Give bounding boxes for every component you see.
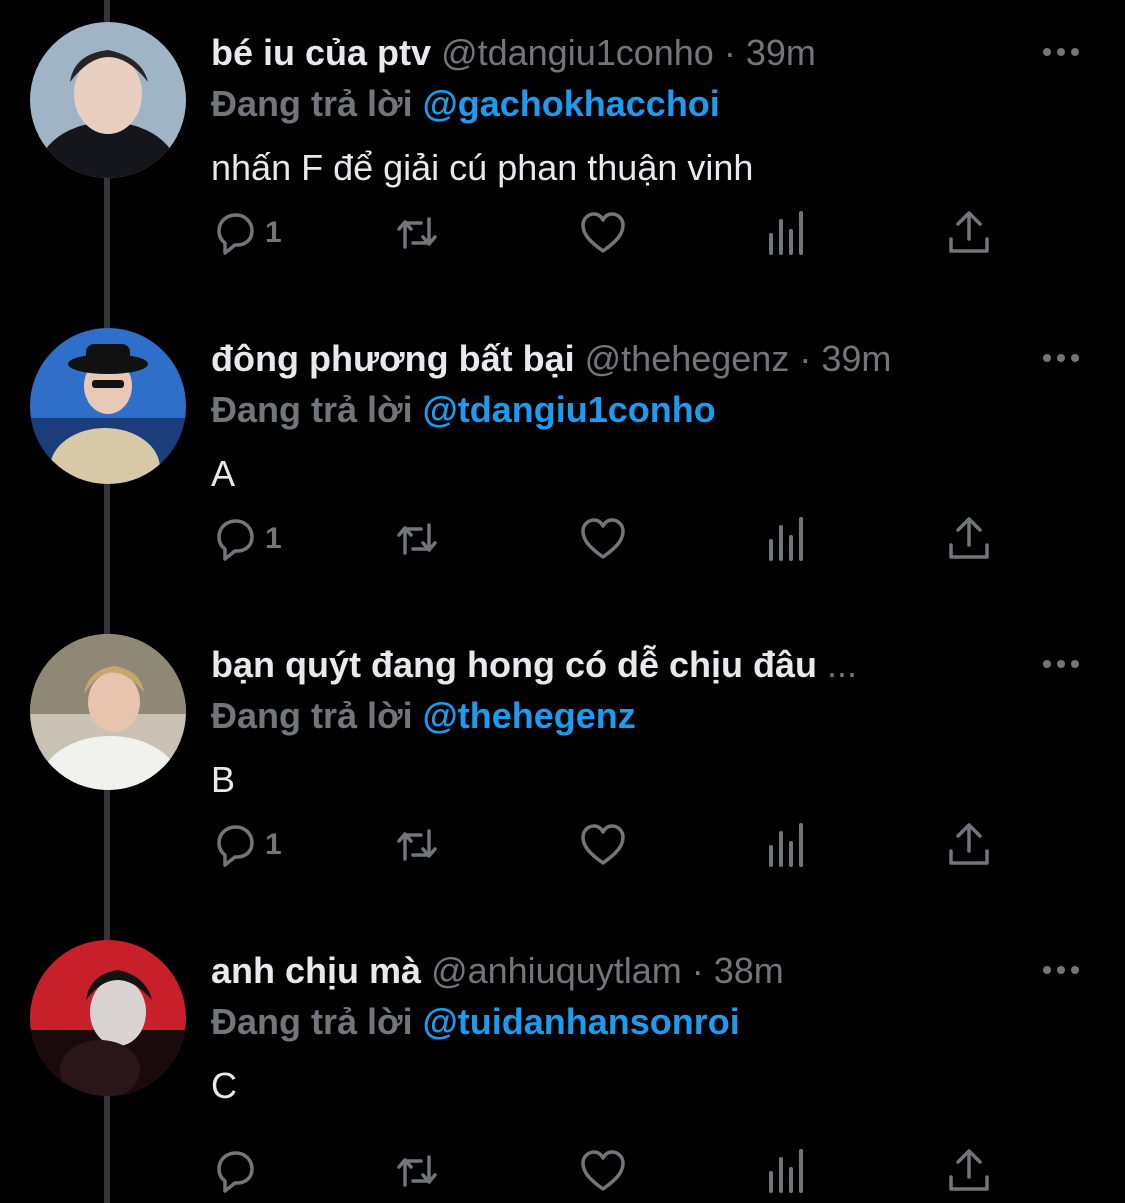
display-name[interactable]: anh chịu mà bbox=[211, 950, 421, 991]
timestamp[interactable]: 39m bbox=[821, 338, 891, 379]
share-icon bbox=[949, 1149, 989, 1191]
tweet-actions: 1 bbox=[211, 817, 1011, 873]
like-button[interactable] bbox=[579, 817, 627, 873]
reply-icon bbox=[217, 825, 254, 867]
tweet-text: C bbox=[211, 1065, 237, 1106]
retweet-icon bbox=[397, 829, 437, 861]
user-handle[interactable]: @anhiuquytlam bbox=[431, 950, 682, 991]
separator-dot: · bbox=[789, 338, 822, 379]
retweet-icon bbox=[397, 1155, 437, 1187]
separator-dot: · bbox=[713, 32, 746, 73]
analytics-icon bbox=[769, 211, 803, 255]
user-handle[interactable]: @tdangiu1conho bbox=[441, 32, 714, 73]
like-button[interactable] bbox=[579, 511, 627, 567]
user-handle[interactable]: @thehegenz bbox=[585, 338, 790, 379]
share-button[interactable] bbox=[945, 511, 993, 567]
tweet-actions: 1 bbox=[211, 511, 1011, 567]
more-options-icon[interactable] bbox=[1041, 348, 1081, 368]
share-button[interactable] bbox=[945, 817, 993, 873]
like-button[interactable] bbox=[579, 205, 627, 261]
retweet-button[interactable] bbox=[393, 817, 441, 873]
replying-to: Đang trả lời @tuidanhansonroi bbox=[211, 1000, 740, 1044]
avatar[interactable] bbox=[30, 22, 186, 178]
heart-icon bbox=[581, 1150, 625, 1191]
reply-count: 1 bbox=[265, 522, 282, 555]
replying-to: Đang trả lời @gachokhacchoi bbox=[211, 82, 720, 126]
avatar[interactable] bbox=[30, 940, 186, 1096]
share-button[interactable] bbox=[945, 205, 993, 261]
analytics-icon bbox=[769, 823, 803, 867]
views-button[interactable] bbox=[763, 1143, 811, 1199]
reply-icon bbox=[217, 213, 254, 255]
truncation-ellipsis: ... bbox=[817, 644, 858, 685]
separator-dot: · bbox=[681, 950, 714, 991]
tweet[interactable]: bạn quýt đang hong có dễ chịu đâu ... Đa… bbox=[0, 612, 1125, 918]
display-name[interactable]: bạn quýt đang hong có dễ chịu đâu bbox=[211, 644, 817, 685]
tweet-header: bé iu của ptv @tdangiu1conho · 39m bbox=[211, 28, 985, 78]
mention-link[interactable]: @tdangiu1conho bbox=[423, 389, 716, 430]
retweet-button[interactable] bbox=[393, 511, 441, 567]
reply-icon bbox=[217, 519, 254, 561]
avatar[interactable] bbox=[30, 328, 186, 484]
more-options-icon[interactable] bbox=[1041, 960, 1081, 980]
reply-button[interactable] bbox=[211, 1143, 265, 1199]
timestamp[interactable]: 39m bbox=[746, 32, 816, 73]
reply-icon bbox=[217, 1151, 254, 1193]
replying-to-label: Đang trả lời bbox=[211, 83, 423, 124]
retweet-icon bbox=[397, 523, 437, 555]
retweet-icon bbox=[397, 217, 437, 249]
replying-to: Đang trả lời @thehegenz bbox=[211, 694, 636, 738]
more-options-icon[interactable] bbox=[1041, 654, 1081, 674]
timestamp[interactable]: 38m bbox=[714, 950, 784, 991]
mention-link[interactable]: @thehegenz bbox=[423, 695, 636, 736]
reply-count: 1 bbox=[265, 216, 282, 249]
analytics-icon bbox=[769, 517, 803, 561]
reply-count: 1 bbox=[265, 828, 282, 861]
replying-to: Đang trả lời @tdangiu1conho bbox=[211, 388, 716, 432]
reply-button[interactable]: 1 bbox=[211, 205, 282, 261]
tweet-text: A bbox=[211, 453, 236, 494]
heart-icon bbox=[581, 518, 625, 559]
views-button[interactable] bbox=[763, 511, 811, 567]
tweet-text: B bbox=[211, 759, 236, 800]
replying-to-label: Đang trả lời bbox=[211, 389, 423, 430]
replying-to-label: Đang trả lời bbox=[211, 1001, 423, 1042]
tweet[interactable]: bé iu của ptv @tdangiu1conho · 39m Đang … bbox=[0, 0, 1125, 306]
views-button[interactable] bbox=[763, 817, 811, 873]
more-options-icon[interactable] bbox=[1041, 42, 1081, 62]
display-name[interactable]: đông phương bất bại bbox=[211, 338, 575, 379]
tweet-header: bạn quýt đang hong có dễ chịu đâu ... bbox=[211, 640, 985, 690]
retweet-button[interactable] bbox=[393, 205, 441, 261]
tweet-actions bbox=[211, 1143, 1011, 1199]
display-name[interactable]: bé iu của ptv bbox=[211, 32, 431, 73]
retweet-button[interactable] bbox=[393, 1143, 441, 1199]
mention-link[interactable]: @gachokhacchoi bbox=[423, 83, 720, 124]
mention-link[interactable]: @tuidanhansonroi bbox=[423, 1001, 740, 1042]
views-button[interactable] bbox=[763, 205, 811, 261]
share-icon bbox=[949, 823, 989, 865]
tweet-actions: 1 bbox=[211, 205, 1011, 261]
avatar[interactable] bbox=[30, 634, 186, 790]
tweet-header: anh chịu mà @anhiuquytlam · 38m bbox=[211, 946, 985, 996]
like-button[interactable] bbox=[579, 1143, 627, 1199]
reply-button[interactable]: 1 bbox=[211, 817, 282, 873]
tweet[interactable]: anh chịu mà @anhiuquytlam · 38m Đang trả… bbox=[0, 918, 1125, 1203]
tweet[interactable]: đông phương bất bại @thehegenz · 39m Đan… bbox=[0, 306, 1125, 612]
tweet-text: nhấn F để giải cú phan thuận vinh bbox=[211, 147, 754, 188]
share-icon bbox=[949, 211, 989, 253]
analytics-icon bbox=[769, 1149, 803, 1193]
tweet-header: đông phương bất bại @thehegenz · 39m bbox=[211, 334, 985, 384]
replying-to-label: Đang trả lời bbox=[211, 695, 423, 736]
share-icon bbox=[949, 517, 989, 559]
share-button[interactable] bbox=[945, 1143, 993, 1199]
heart-icon bbox=[581, 212, 625, 253]
heart-icon bbox=[581, 824, 625, 865]
reply-button[interactable]: 1 bbox=[211, 511, 282, 567]
